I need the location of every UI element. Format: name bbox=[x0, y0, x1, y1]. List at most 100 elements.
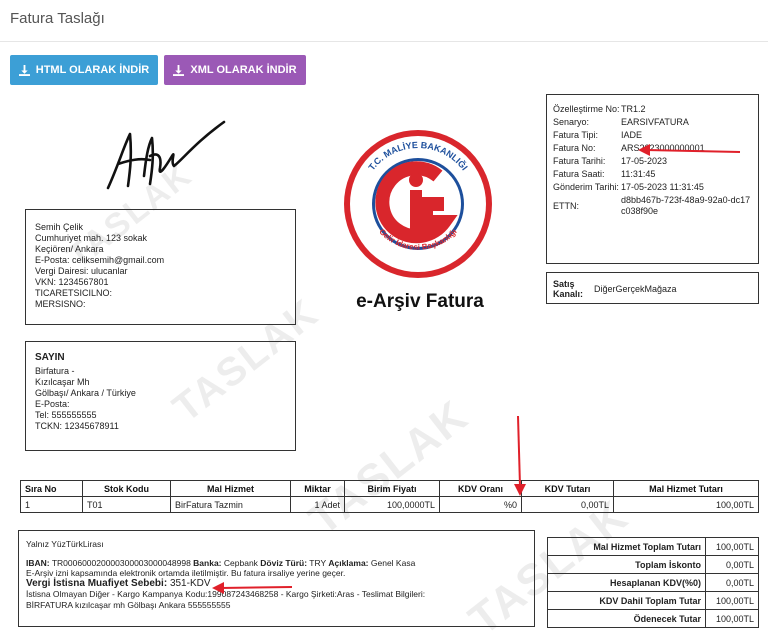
cell-item: BirFatura Tazmin bbox=[170, 496, 291, 513]
buyer-address: Kızılcaşar Mh bbox=[35, 377, 90, 387]
totals-label: Toplam İskonto bbox=[547, 555, 706, 574]
description-value: Genel Kasa bbox=[370, 557, 416, 568]
buyer-tckn: TCKN: 12345678911 bbox=[35, 421, 119, 431]
ministry-logo: T.C. MALİYE BAKANLIĞI Gelir İdaresi Başk… bbox=[344, 130, 492, 278]
sender-info: Semih Çelik Cumhuriyet mah. 123 sokak Ke… bbox=[25, 209, 296, 325]
buyer-phone: Tel: 555555555 bbox=[35, 410, 97, 420]
meta-label: Fatura Saati: bbox=[553, 169, 605, 179]
col-header: Mal Hizmet Tutarı bbox=[613, 480, 759, 497]
col-header: Stok Kodu bbox=[82, 480, 171, 497]
totals-label: Mal Hizmet Toplam Tutarı bbox=[547, 537, 706, 556]
items-table: Sıra No Stok Kodu Mal Hizmet Miktar Biri… bbox=[20, 480, 759, 513]
totals-row: Ödenecek Tutar 100,00TL bbox=[547, 609, 759, 628]
totals-value: 0,00TL bbox=[705, 573, 759, 592]
meta-label: ETTN: bbox=[553, 200, 579, 211]
meta-value: 17-05-2023 11:31:45 bbox=[621, 182, 704, 192]
download-xml-button[interactable]: XML OLARAK İNDİR bbox=[164, 55, 306, 85]
cell-row-no: 1 bbox=[20, 496, 83, 513]
meta-label: Fatura Tarihi: bbox=[553, 156, 606, 166]
notes-box: Yalnız YüzTürkLirası IBAN: TR00060002000… bbox=[18, 530, 535, 627]
cell-stock-code: T01 bbox=[82, 496, 171, 513]
download-xml-label: XML OLARAK İNDİR bbox=[190, 64, 297, 76]
meta-value: EARSIVFATURA bbox=[621, 117, 689, 127]
totals-value: 100,00TL bbox=[705, 609, 759, 628]
meta-label: Fatura Tipi: bbox=[553, 130, 599, 140]
meta-value: 17-05-2023 bbox=[621, 156, 668, 166]
sender-name: Semih Çelik bbox=[35, 222, 84, 232]
cell-line-total: 100,00TL bbox=[613, 496, 759, 513]
col-header: Birim Fiyatı bbox=[344, 480, 440, 497]
totals-row: Toplam İskonto 0,00TL bbox=[547, 555, 759, 574]
cell-vat-amount: 0,00TL bbox=[521, 496, 614, 513]
exemption-label: Vergi İstisna Muafiyet Sebebi: bbox=[26, 577, 168, 589]
exemption-value: 351-KDV bbox=[169, 577, 211, 589]
amount-in-words: Yalnız YüzTürkLirası bbox=[26, 539, 104, 549]
meta-label: Senaryo: bbox=[553, 117, 590, 127]
iban-value: TR000600020000300003000048998 bbox=[51, 557, 191, 568]
totals-value: 100,00TL bbox=[705, 537, 759, 556]
col-header: Sıra No bbox=[20, 480, 83, 497]
meta-value: 11:31:45 bbox=[621, 169, 656, 179]
totals-value: 100,00TL bbox=[705, 591, 759, 610]
invoice-meta-table: Özelleştirme No: TR1.2 Senaryo: EARSIVFATU… bbox=[553, 103, 752, 218]
download-icon bbox=[173, 64, 185, 76]
sales-channel-label: Satış Kanalı: bbox=[553, 279, 584, 299]
sender-address: Cumhuriyet mah. 123 sokak bbox=[35, 233, 148, 243]
buyer-salutation: SAYIN bbox=[35, 352, 65, 363]
totals-value: 0,00TL bbox=[705, 555, 759, 574]
sender-email: E-Posta: celiksemih@gmail.com bbox=[35, 255, 165, 265]
cell-qty: 1 Adet bbox=[290, 496, 345, 513]
bank-value: Cepbank bbox=[223, 557, 258, 568]
payment-line: IBAN: TR000600020000300003000048998 Bank… bbox=[26, 558, 534, 569]
currency-value: TRY bbox=[309, 557, 326, 568]
sender-city: Keçiören/ Ankara bbox=[35, 244, 104, 254]
currency-label: Döviz Türü: bbox=[260, 557, 308, 568]
sales-channel-value: DiğerGerçekMağaza bbox=[594, 283, 677, 294]
delivery-info: BİRFATURA kızılcaşar mh Gölbaşı Ankara 5… bbox=[26, 599, 231, 610]
exemption-line: Vergi İstisna Muafiyet Sebebi: 351-KDV bbox=[26, 577, 534, 590]
sender-mersis: MERSISNO: bbox=[35, 299, 86, 309]
col-header: Mal Hizmet bbox=[170, 480, 291, 497]
sender-vkn: VKN: 1234567801 bbox=[35, 277, 109, 287]
invoice-document: TASLAK TASLAK TASLAK TASLAK Semih Çelik … bbox=[0, 86, 768, 635]
buyer-name: Birfatura - bbox=[35, 366, 75, 376]
totals-table: Mal Hizmet Toplam Tutarı 100,00TL Toplam … bbox=[547, 537, 759, 628]
buyer-city: Gölbaşı/ Ankara / Türkiye bbox=[35, 388, 136, 398]
meta-label: Fatura No: bbox=[553, 143, 596, 153]
download-html-button[interactable]: HTML OLARAK İNDİR bbox=[10, 55, 158, 85]
download-icon bbox=[18, 64, 30, 76]
col-header: Miktar bbox=[290, 480, 345, 497]
sender-tax-office: Vergi Dairesi: ulucanlar bbox=[35, 266, 128, 276]
exemption-details: İstisna Olmayan Diğer - Kargo Kampanya K… bbox=[26, 589, 426, 599]
sales-channel: Satış Kanalı: DiğerGerçekMağaza bbox=[546, 272, 759, 304]
invoice-meta: Özelleştirme No: TR1.2 Senaryo: EARSIVFATU… bbox=[546, 94, 759, 264]
meta-value: TR1.2 bbox=[621, 104, 646, 114]
table-row: 1 T01 BirFatura Tazmin 1 Adet 100,0000TL… bbox=[20, 496, 759, 513]
watermark: TASLAK bbox=[300, 390, 478, 545]
title-bar: Fatura Taslağı bbox=[0, 0, 768, 42]
download-html-label: HTML OLARAK İNDİR bbox=[35, 64, 150, 76]
totals-row: KDV Dahil Toplam Tutar 100,00TL bbox=[547, 591, 759, 610]
buyer-info: SAYIN Birfatura - Kızılcaşar Mh Gölbaşı/… bbox=[25, 341, 296, 451]
buyer-email: E-Posta: bbox=[35, 399, 70, 409]
totals-row: Mal Hizmet Toplam Tutarı 100,00TL bbox=[547, 537, 759, 556]
sender-trade-registry: TICARETSICILNO: bbox=[35, 288, 113, 298]
col-header: KDV Oranı bbox=[439, 480, 522, 497]
cell-unit-price: 100,0000TL bbox=[344, 496, 440, 513]
iban-label: IBAN: bbox=[26, 557, 50, 568]
meta-label: Özelleştirme No: bbox=[553, 104, 620, 114]
totals-row: Hesaplanan KDV(%0) 0,00TL bbox=[547, 573, 759, 592]
ettn-value: d8bb467b-723f-48a9-92a0-dc17c038f90e bbox=[621, 195, 751, 216]
description-label: Açıklama: bbox=[328, 557, 369, 568]
items-header-row: Sıra No Stok Kodu Mal Hizmet Miktar Biri… bbox=[20, 480, 759, 497]
totals-label: Ödenecek Tutar bbox=[547, 609, 706, 628]
meta-value: ARS2023000000001 bbox=[621, 143, 705, 153]
signature-image bbox=[106, 120, 226, 190]
bank-label: Banka: bbox=[193, 557, 222, 568]
totals-label: KDV Dahil Toplam Tutar bbox=[547, 591, 706, 610]
cell-vat-rate: %0 bbox=[439, 496, 522, 513]
invoice-type-value: IADE bbox=[621, 130, 643, 140]
page-title: Fatura Taslağı bbox=[10, 10, 105, 27]
col-header: KDV Tutarı bbox=[521, 480, 614, 497]
meta-label: Gönderim Tarihi: bbox=[553, 182, 619, 192]
